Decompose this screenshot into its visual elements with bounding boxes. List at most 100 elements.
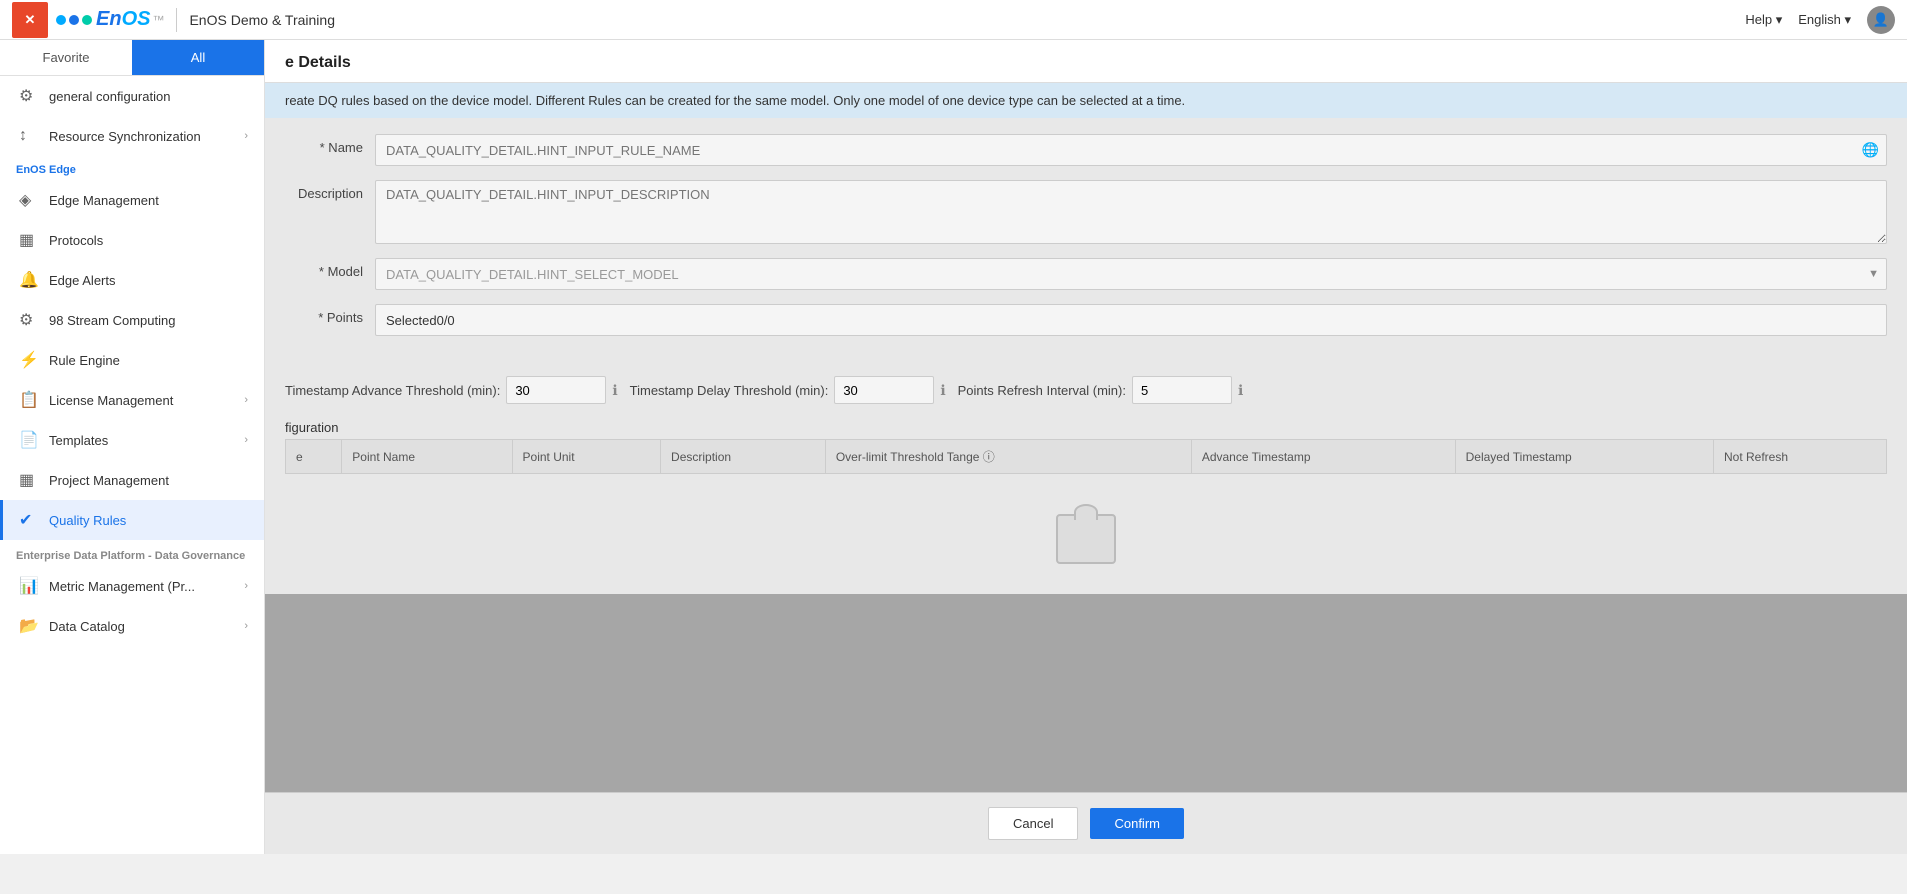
sidebar-item-stream-computing[interactable]: ⚙ 98 Stream Computing — [0, 300, 264, 340]
name-label: * Name — [285, 134, 375, 155]
points-row: * Points Selected0/0 — [285, 304, 1887, 336]
sidebar-item-data-catalog[interactable]: 📂 Data Catalog › — [0, 606, 264, 646]
avatar-icon: 👤 — [1873, 12, 1889, 28]
sidebar-item-templates[interactable]: 📄 Templates › — [0, 420, 264, 460]
catalog-icon: 📂 — [19, 616, 39, 636]
col-description: Description — [661, 440, 826, 474]
sidebar-item-label: Protocols — [49, 233, 103, 248]
sidebar-item-edge-management[interactable]: ◈ Edge Management — [0, 180, 264, 220]
license-icon: 📋 — [19, 390, 39, 410]
col-threshold: Over-limit Threshold Tange ⓘ — [825, 440, 1191, 474]
logo-os-text: OS — [122, 8, 151, 31]
logo-circle-2 — [69, 15, 79, 25]
stream-icon: ⚙ — [19, 310, 39, 330]
empty-icon — [1056, 514, 1116, 564]
col-e: e — [286, 440, 342, 474]
col-advance-timestamp: Advance Timestamp — [1191, 440, 1455, 474]
table-header-row: e Point Name Point Unit Description Over… — [286, 440, 1887, 474]
points-value[interactable]: Selected0/0 — [375, 304, 1887, 336]
model-select-wrapper: DATA_QUALITY_DETAIL.HINT_SELECT_MODEL ▼ — [375, 258, 1887, 290]
language-button[interactable]: English ▾ — [1798, 12, 1851, 28]
sidebar-item-edge-alerts[interactable]: 🔔 Edge Alerts — [0, 260, 264, 300]
logo-circle-3 — [82, 15, 92, 25]
sidebar-item-resource-sync[interactable]: ↕ Resource Synchronization › — [0, 116, 264, 156]
model-row: * Model DATA_QUALITY_DETAIL.HINT_SELECT_… — [285, 258, 1887, 290]
help-button[interactable]: Help ▾ — [1745, 12, 1782, 28]
sidebar: Favorite All ⚙ general configuration ↕ R… — [0, 40, 265, 854]
sidebar-item-label: Rule Engine — [49, 353, 120, 368]
sidebar-item-license-management[interactable]: 📋 License Management › — [0, 380, 264, 420]
delay-threshold-label: Timestamp Delay Threshold (min): — [630, 383, 829, 398]
delay-threshold-input[interactable] — [834, 376, 934, 404]
chevron-right-icon: › — [244, 130, 248, 142]
sidebar-item-metric-management[interactable]: 📊 Metric Management (Pr... › — [0, 566, 264, 606]
refresh-interval-input[interactable] — [1132, 376, 1232, 404]
metric-icon: 📊 — [19, 576, 39, 596]
sync-icon: ↕ — [19, 126, 39, 146]
main-layout: Favorite All ⚙ general configuration ↕ R… — [0, 40, 1907, 854]
cancel-button[interactable]: Cancel — [988, 807, 1078, 840]
panel-info-bar: reate DQ rules based on the device model… — [265, 83, 1907, 118]
confirm-button[interactable]: Confirm — [1090, 808, 1184, 839]
refresh-interval-label: Points Refresh Interval (min): — [958, 383, 1126, 398]
sidebar-tabs: Favorite All — [0, 40, 264, 76]
refresh-info-icon[interactable]: ℹ — [1238, 382, 1243, 399]
globe-icon: 🌐 — [1862, 142, 1879, 159]
chevron-right-icon: › — [244, 580, 248, 592]
description-row: Description — [285, 180, 1887, 244]
logo-circle-1 — [56, 15, 66, 25]
description-input[interactable] — [375, 180, 1887, 244]
delay-threshold-group: Timestamp Delay Threshold (min): ℹ — [630, 376, 946, 404]
model-select[interactable]: DATA_QUALITY_DETAIL.HINT_SELECT_MODEL — [375, 258, 1887, 290]
col-point-name: Point Name — [342, 440, 512, 474]
model-label: * Model — [285, 258, 375, 279]
col-delayed-timestamp: Delayed Timestamp — [1455, 440, 1713, 474]
config-section-label: figuration — [265, 414, 1907, 439]
advance-threshold-group: Timestamp Advance Threshold (min): ℹ — [285, 376, 618, 404]
advance-threshold-label: Timestamp Advance Threshold (min): — [285, 383, 500, 398]
sidebar-item-project-management[interactable]: ▦ Project Management — [0, 460, 264, 500]
logo-en-text: En — [96, 8, 122, 31]
project-icon: ▦ — [19, 470, 39, 490]
panel-header: e Details — [265, 40, 1907, 83]
delay-info-icon[interactable]: ℹ — [940, 382, 945, 399]
header-divider — [176, 8, 177, 32]
data-table: e Point Name Point Unit Description Over… — [285, 439, 1887, 474]
threshold-row: Timestamp Advance Threshold (min): ℹ Tim… — [265, 366, 1907, 414]
sidebar-item-label: Metric Management (Pr... — [49, 579, 195, 594]
chevron-right-icon: › — [244, 394, 248, 406]
main-content-area: e Details reate DQ rules based on the de… — [265, 40, 1907, 854]
chevron-right-icon: › — [244, 620, 248, 632]
name-input[interactable] — [375, 134, 1887, 166]
advance-threshold-input[interactable] — [506, 376, 606, 404]
close-icon: ✕ — [25, 12, 36, 28]
sidebar-item-label: 98 Stream Computing — [49, 313, 175, 328]
chevron-right-icon: › — [244, 434, 248, 446]
sidebar-item-label: Edge Management — [49, 193, 159, 208]
sidebar-item-protocols[interactable]: ▦ Protocols — [0, 220, 264, 260]
sidebar-item-label: Resource Synchronization — [49, 129, 201, 144]
table-section: e Point Name Point Unit Description Over… — [265, 439, 1907, 484]
panel-form: * Name 🌐 Description — [265, 118, 1907, 366]
enos-edge-section-label: EnOS Edge — [0, 156, 264, 180]
close-button[interactable]: ✕ — [12, 2, 48, 38]
sidebar-item-label: Edge Alerts — [49, 273, 116, 288]
rule-engine-icon: ⚡ — [19, 350, 39, 370]
tab-all[interactable]: All — [132, 40, 264, 75]
modal-footer: Cancel Confirm — [265, 792, 1907, 854]
sidebar-item-rule-engine[interactable]: ⚡ Rule Engine — [0, 340, 264, 380]
protocols-icon: ▦ — [19, 230, 39, 250]
sidebar-item-label: Templates — [49, 433, 108, 448]
empty-state — [265, 484, 1907, 594]
sidebar-item-label: License Management — [49, 393, 173, 408]
sidebar-item-label: Quality Rules — [49, 513, 126, 528]
user-avatar[interactable]: 👤 — [1867, 6, 1895, 34]
name-input-wrapper: 🌐 — [375, 134, 1887, 166]
advance-info-icon[interactable]: ℹ — [612, 382, 617, 399]
logo-tm: ™ — [152, 13, 164, 27]
templates-icon: 📄 — [19, 430, 39, 450]
panel-title: e Details — [285, 54, 351, 71]
sidebar-item-general-config[interactable]: ⚙ general configuration — [0, 76, 264, 116]
tab-favorite[interactable]: Favorite — [0, 40, 132, 75]
sidebar-item-quality-rules[interactable]: ✔ Quality Rules — [0, 500, 264, 540]
